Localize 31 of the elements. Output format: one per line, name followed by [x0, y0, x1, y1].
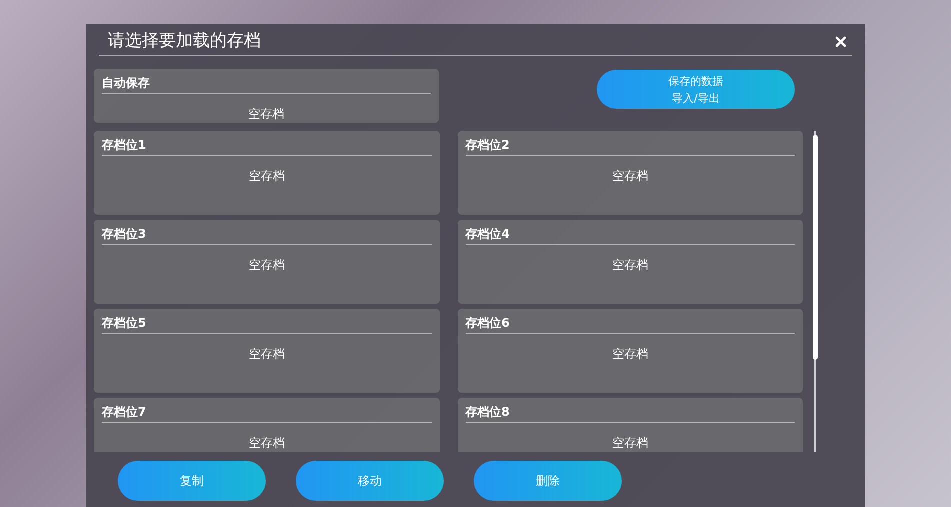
slot-status: 空存档: [611, 346, 650, 362]
slot-status: 空存档: [611, 257, 650, 273]
slot-label: 存档位1: [102, 137, 432, 156]
save-slot-card[interactable]: 存档位8 空存档: [458, 398, 803, 452]
slot-label: 自动保存: [102, 75, 431, 94]
slot-label: 存档位4: [466, 226, 795, 245]
slot-label: 存档位8: [466, 404, 795, 423]
save-slot-card[interactable]: 存档位2 空存档: [458, 131, 803, 215]
slot-status: 空存档: [248, 257, 286, 273]
slot-status: 空存档: [611, 168, 650, 184]
action-button[interactable]: 删除: [474, 461, 622, 501]
save-slot-card[interactable]: 存档位7 空存档: [94, 398, 440, 452]
dialog-title: 请选择要加载的存档: [107, 30, 261, 53]
scrollbar-track[interactable]: [814, 131, 816, 452]
slot-label: 存档位3: [102, 226, 432, 245]
slot-status: 空存档: [248, 435, 286, 451]
slot-status: 空存档: [611, 435, 650, 451]
save-slot-card[interactable]: 存档位3 空存档: [94, 220, 440, 304]
slot-label: 存档位6: [466, 315, 795, 334]
slot-status: 空存档: [248, 346, 286, 362]
save-slot-card[interactable]: 自动保存 空存档: [94, 69, 439, 123]
slot-label: 存档位2: [466, 137, 795, 156]
save-slot-card[interactable]: 存档位4 空存档: [458, 220, 803, 304]
save-slot-card[interactable]: 存档位5 空存档: [94, 309, 440, 393]
slot-label: 存档位7: [102, 404, 432, 423]
slot-status: 空存档: [248, 106, 286, 122]
save-slot-card[interactable]: 存档位1 空存档: [94, 131, 440, 215]
slot-status: 空存档: [248, 168, 286, 184]
slot-label: 存档位5: [102, 315, 432, 334]
scrollbar-thumb[interactable]: [812, 135, 818, 360]
save-slot-card[interactable]: 存档位6 空存档: [458, 309, 803, 393]
